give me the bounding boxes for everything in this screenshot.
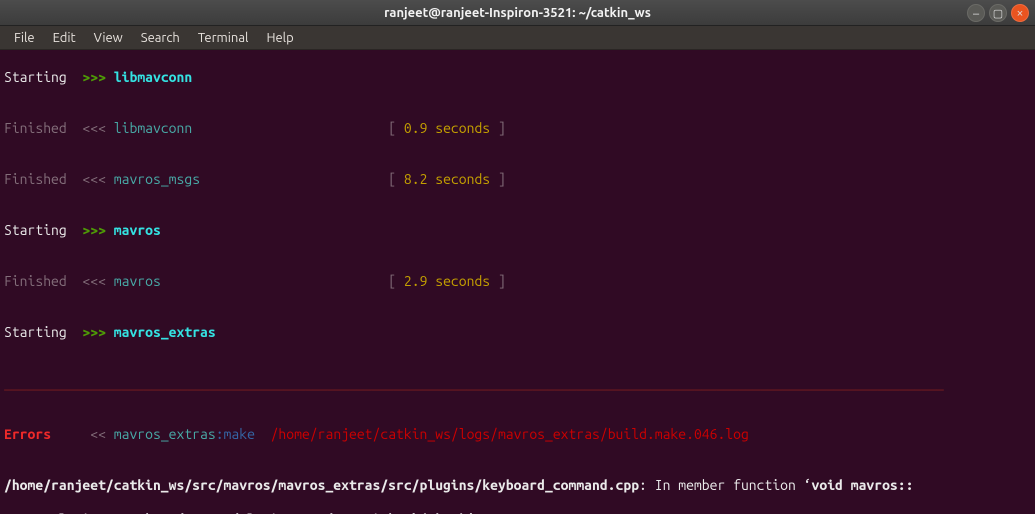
arrow-start-icon: >>>: [82, 69, 106, 85]
close-button[interactable]: ×: [1011, 4, 1029, 22]
package-name: mavros: [114, 273, 161, 289]
status-starting: Starting: [4, 324, 67, 340]
window-controls: – ▢ ×: [967, 4, 1029, 22]
package-name: mavros_msgs: [114, 171, 200, 187]
separator-line: ________________________________________…: [4, 375, 1031, 392]
build-time: 8.2 seconds: [404, 171, 490, 187]
arrow-start-icon: >>>: [82, 324, 106, 340]
terminal-output[interactable]: Starting >>> libmavconn Finished <<< lib…: [0, 50, 1035, 514]
maximize-button[interactable]: ▢: [989, 4, 1007, 22]
package-name: libmavconn: [114, 69, 192, 85]
error-function-sig: void mavros::: [812, 477, 914, 493]
status-finished: Finished: [4, 273, 67, 289]
menu-view[interactable]: View: [86, 29, 131, 47]
error-stage: :make: [216, 426, 255, 442]
status-starting: Starting: [4, 69, 67, 85]
menu-help[interactable]: Help: [258, 29, 301, 47]
menu-bar: File Edit View Search Terminal Help: [0, 26, 1035, 50]
arrow-done-icon: <<<: [82, 273, 106, 289]
build-time: 2.9 seconds: [404, 273, 490, 289]
arrow-done-icon: <<<: [82, 120, 106, 136]
error-log-path: /home/ranjeet/catkin_ws/logs/mavros_extr…: [271, 426, 749, 442]
package-name: libmavconn: [114, 120, 192, 136]
menu-file[interactable]: File: [6, 29, 43, 47]
arrow-error-icon: <<: [90, 426, 106, 442]
minimize-button[interactable]: –: [967, 4, 985, 22]
error-package: mavros_extras: [114, 426, 216, 442]
window-titlebar: ranjeet@ranjeet-Inspiron-3521: ~/catkin_…: [0, 0, 1035, 26]
arrow-start-icon: >>>: [82, 222, 106, 238]
status-starting: Starting: [4, 222, 67, 238]
status-finished: Finished: [4, 171, 67, 187]
error-file-path: /home/ranjeet/catkin_ws/src/mavros/mavro…: [4, 477, 639, 493]
build-time: 0.9 seconds: [404, 120, 490, 136]
arrow-done-icon: <<<: [82, 171, 106, 187]
package-name: mavros_extras: [114, 324, 216, 340]
window-title: ranjeet@ranjeet-Inspiron-3521: ~/catkin_…: [384, 6, 651, 20]
errors-label: Errors: [4, 426, 51, 442]
menu-search[interactable]: Search: [133, 29, 188, 47]
status-finished: Finished: [4, 120, 67, 136]
menu-edit[interactable]: Edit: [45, 29, 84, 47]
menu-terminal[interactable]: Terminal: [190, 29, 257, 47]
package-name: mavros: [114, 222, 161, 238]
